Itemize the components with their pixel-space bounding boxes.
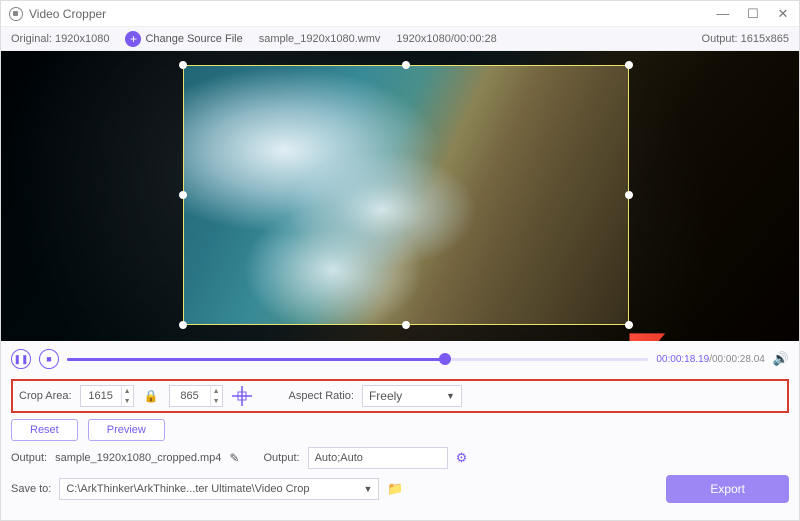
crop-handle-top-right[interactable] bbox=[625, 61, 633, 69]
aspect-ratio-value: Freely bbox=[369, 389, 402, 403]
crop-area-label: Crop Area: bbox=[19, 390, 72, 402]
action-buttons: Reset Preview bbox=[1, 419, 799, 441]
crop-frame[interactable] bbox=[183, 65, 629, 325]
source-info: 1920x1080/00:00:28 bbox=[396, 33, 496, 45]
video-preview[interactable] bbox=[1, 51, 799, 341]
time-display: 00:00:18.19/00:00:28.04 bbox=[656, 354, 764, 365]
titlebar: Video Cropper ― ☐ ✕ bbox=[1, 1, 799, 27]
output-file-label: Output: bbox=[11, 452, 47, 464]
crop-handle-top-left[interactable] bbox=[179, 61, 187, 69]
output-label: Output: bbox=[702, 33, 738, 45]
change-source-label: Change Source File bbox=[145, 33, 242, 45]
edit-filename-icon[interactable]: ✎ bbox=[229, 451, 239, 465]
width-down[interactable]: ▼ bbox=[122, 396, 133, 406]
save-path-value: C:\ArkThinker\ArkThinke...ter Ultimate\V… bbox=[66, 483, 309, 495]
crop-height-input[interactable]: ▲▼ bbox=[169, 385, 223, 407]
output-size: Output: 1615x865 bbox=[702, 33, 789, 45]
crop-handle-middle-left[interactable] bbox=[179, 191, 187, 199]
original-label: Original: bbox=[11, 33, 52, 45]
volume-icon[interactable]: 🔊 bbox=[773, 351, 789, 367]
app-title: Video Cropper bbox=[29, 7, 106, 21]
reset-button[interactable]: Reset bbox=[11, 419, 78, 441]
timeline-knob[interactable] bbox=[439, 353, 451, 365]
output-setting-field[interactable]: Auto;Auto bbox=[308, 447, 448, 469]
crop-height-field[interactable] bbox=[170, 390, 210, 402]
window-controls: ― ☐ ✕ bbox=[715, 6, 791, 22]
minimize-button[interactable]: ― bbox=[715, 6, 731, 22]
player-controls: ❚❚ ■ 00:00:18.19/00:00:28.04 🔊 bbox=[1, 341, 799, 377]
maximize-button[interactable]: ☐ bbox=[745, 6, 761, 22]
crop-handle-middle-right[interactable] bbox=[625, 191, 633, 199]
info-bar: Original: 1920x1080 + Change Source File… bbox=[1, 27, 799, 51]
output-setting-value: Auto;Auto bbox=[315, 452, 363, 464]
app-window: Video Cropper ― ☐ ✕ Original: 1920x1080 … bbox=[0, 0, 800, 521]
save-to-label: Save to: bbox=[11, 483, 51, 495]
crop-content bbox=[183, 65, 629, 325]
crop-handle-top-middle[interactable] bbox=[402, 61, 410, 69]
width-up[interactable]: ▲ bbox=[122, 386, 133, 396]
close-button[interactable]: ✕ bbox=[775, 6, 791, 22]
height-down[interactable]: ▼ bbox=[211, 396, 222, 406]
crop-width-input[interactable]: ▲▼ bbox=[80, 385, 134, 407]
output-value: 1615x865 bbox=[741, 33, 789, 45]
output-setting-label: Output: bbox=[263, 452, 299, 464]
chevron-down-icon: ▼ bbox=[446, 391, 455, 401]
height-up[interactable]: ▲ bbox=[211, 386, 222, 396]
save-row: Save to: C:\ArkThinker\ArkThinke...ter U… bbox=[1, 471, 799, 511]
plus-icon: + bbox=[125, 31, 141, 47]
chevron-down-icon: ▼ bbox=[363, 484, 372, 494]
timeline-slider[interactable] bbox=[67, 350, 648, 368]
time-current: 00:00:18.19 bbox=[656, 354, 709, 365]
open-folder-icon[interactable]: 📁 bbox=[387, 481, 403, 497]
settings-icon[interactable]: ⚙ bbox=[456, 450, 468, 466]
stop-button[interactable]: ■ bbox=[39, 349, 59, 369]
output-filename: sample_1920x1080_cropped.mp4 bbox=[55, 452, 221, 464]
original-size: Original: 1920x1080 bbox=[11, 33, 109, 45]
aspect-ratio-label: Aspect Ratio: bbox=[289, 390, 354, 402]
center-crop-button[interactable] bbox=[231, 385, 253, 407]
pause-button[interactable]: ❚❚ bbox=[11, 349, 31, 369]
output-row: Output: sample_1920x1080_cropped.mp4 ✎ O… bbox=[1, 441, 799, 471]
crop-handle-bottom-right[interactable] bbox=[625, 321, 633, 329]
source-filename: sample_1920x1080.wmv bbox=[259, 33, 381, 45]
aspect-ratio-select[interactable]: Freely ▼ bbox=[362, 385, 462, 407]
crop-handle-bottom-left[interactable] bbox=[179, 321, 187, 329]
crop-handle-bottom-middle[interactable] bbox=[402, 321, 410, 329]
preview-button[interactable]: Preview bbox=[88, 419, 165, 441]
lock-aspect-icon[interactable]: 🔒 bbox=[142, 389, 161, 403]
time-total: 00:00:28.04 bbox=[712, 354, 765, 365]
change-source-button[interactable]: + Change Source File bbox=[125, 31, 242, 47]
save-path-select[interactable]: C:\ArkThinker\ArkThinke...ter Ultimate\V… bbox=[59, 478, 379, 500]
app-icon bbox=[9, 7, 23, 21]
original-value: 1920x1080 bbox=[55, 33, 109, 45]
export-button[interactable]: Export bbox=[666, 475, 789, 503]
crop-width-field[interactable] bbox=[81, 390, 121, 402]
crop-settings-panel: Crop Area: ▲▼ 🔒 ▲▼ Aspect Ratio: Freely … bbox=[11, 379, 789, 413]
